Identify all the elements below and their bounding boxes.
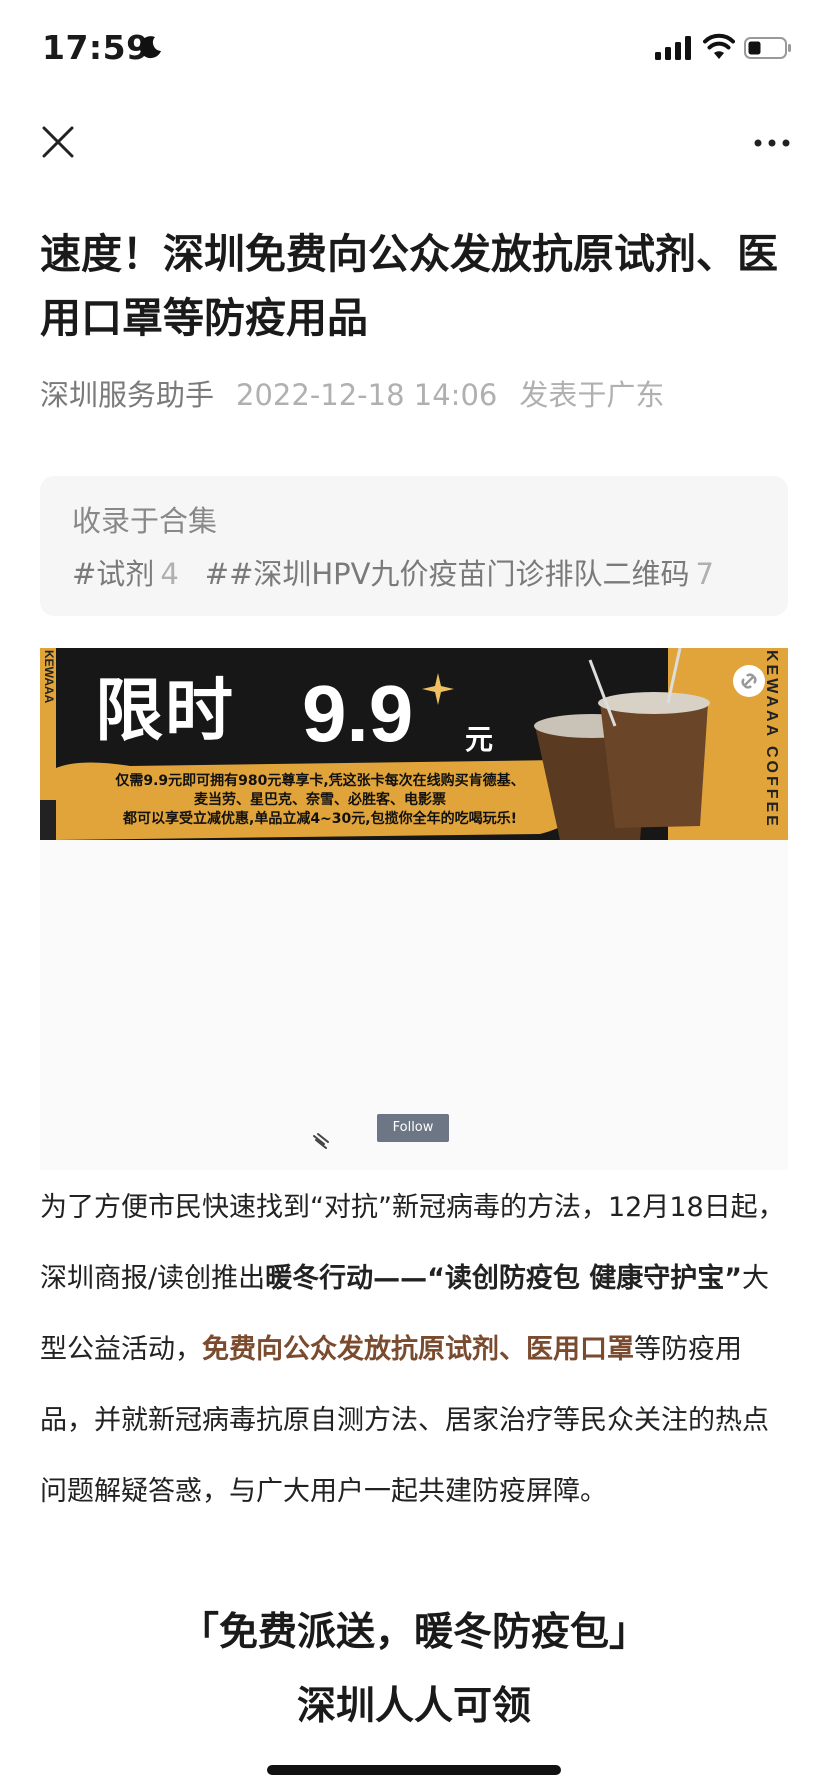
- collection-tag[interactable]: #试剂 4: [72, 557, 179, 591]
- paragraph-highlight-text: 免费向公众发放抗原试剂、医用口罩: [202, 1334, 634, 1365]
- banner-line: 麦当劳、星巴克、奈雪、必胜客、电影票: [194, 792, 446, 808]
- embedded-video-area[interactable]: Follow: [40, 840, 788, 1170]
- banner-price: 9.9: [302, 669, 414, 758]
- link-icon[interactable]: [732, 664, 766, 698]
- close-icon[interactable]: [38, 122, 78, 162]
- collection-tag[interactable]: ##深圳HPV九价疫苗门诊排队二维码 7: [205, 557, 714, 591]
- tag-name: ##深圳HPV九价疫苗门诊排队二维码: [204, 557, 690, 591]
- collection-label: 收录于合集: [72, 504, 218, 538]
- nav-bar: [0, 100, 828, 190]
- banner-headline: 限时: [95, 672, 236, 751]
- collection-box: 收录于合集 #试剂 4 ##深圳HPV九价疫苗门诊排队二维码 7: [40, 476, 788, 616]
- follow-button[interactable]: Follow: [377, 1114, 449, 1142]
- article-meta: 深圳服务助手 2022-12-18 14:06 发表于广东: [40, 372, 664, 414]
- ad-banner[interactable]: KEWAAA KEWAAA COFFEE 限时 9.9 元 仅需9.9元即可拥有…: [40, 648, 788, 840]
- publish-location: 发表于广东: [519, 378, 665, 412]
- article-title: 速度！深圳免费向公众发放抗原试剂、医用口罩等防疫用品: [40, 230, 778, 342]
- banner-line: 都可以享受立减优惠,单品立减4~30元,包揽你全年的吃喝玩乐!: [123, 811, 517, 827]
- home-indicator[interactable]: [267, 1765, 561, 1775]
- collection-tags: #试剂 4 ##深圳HPV九价疫苗门诊排队二维码 7: [72, 551, 740, 593]
- section-heading: 「免费派送，暖冬防疫包」 深圳人人可领: [0, 1596, 828, 1744]
- banner-side-left: KEWAAA: [42, 650, 56, 704]
- battery-icon: [744, 37, 791, 59]
- banner-line: 仅需9.9元即可拥有980元尊享卡,凭这张卡每次在线购买肯德基、: [115, 773, 525, 789]
- status-bar: 17:59: [0, 0, 828, 100]
- article-paragraph: 为了方便市民快速找到“对抗”新冠病毒的方法，12月18日起，深圳商报/读创推出暖…: [40, 1172, 792, 1527]
- loading-spinner-icon: [313, 1133, 329, 1149]
- section-heading-line: 「免费派送，暖冬防疫包」: [179, 1610, 648, 1655]
- paragraph-bold-text: 暖冬行动——“读创防疫包 健康守护宝”: [265, 1263, 742, 1294]
- tag-name: #试剂: [72, 557, 155, 591]
- account-name-link[interactable]: 深圳服务助手: [40, 378, 214, 412]
- wifi-icon: [703, 33, 735, 59]
- signal-icon: [655, 36, 691, 60]
- section-heading-line: 深圳人人可领: [296, 1684, 531, 1729]
- status-time: 17:59: [42, 28, 150, 67]
- banner-price-unit: 元: [465, 723, 494, 756]
- publish-datetime: 2022-12-18 14:06: [236, 378, 498, 412]
- tag-count: 4: [160, 557, 179, 591]
- tag-count: 7: [695, 557, 714, 591]
- more-options-icon[interactable]: [752, 128, 792, 158]
- moon-icon: [139, 36, 161, 59]
